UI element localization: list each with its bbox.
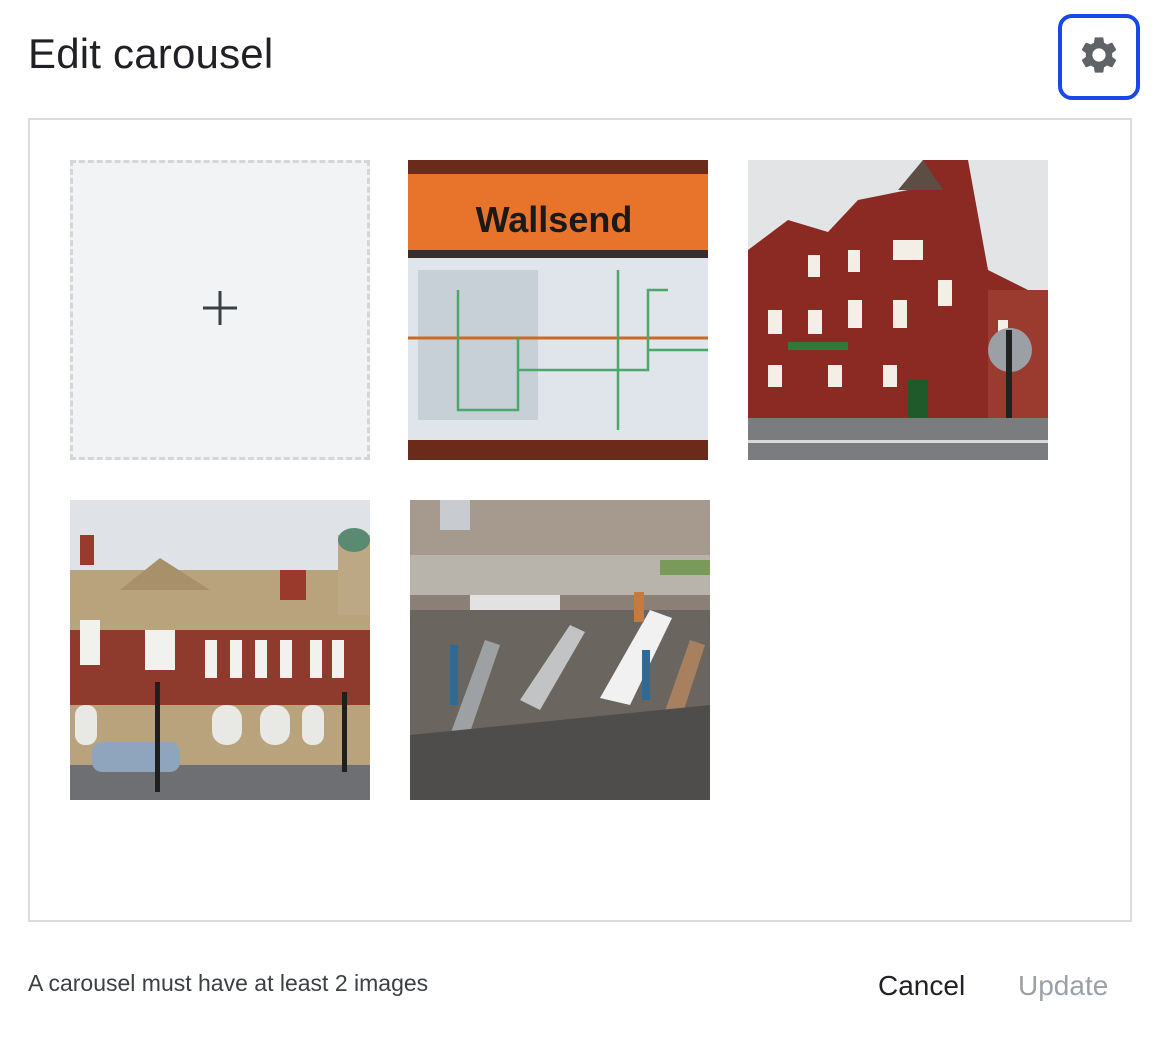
- validation-note: A carousel must have at least 2 images: [28, 970, 429, 996]
- carousel-image-wallsend[interactable]: Wallsend: [408, 160, 708, 460]
- carousel-image-shipyard[interactable]: [410, 500, 710, 800]
- settings-button[interactable]: [1058, 14, 1140, 100]
- shipyard-photo: [410, 500, 710, 800]
- sign-text: Wallsend: [476, 199, 633, 240]
- wallsend-sign-photo: Wallsend: [408, 160, 708, 460]
- civic-building-photo: [70, 500, 370, 800]
- cancel-button[interactable]: Cancel: [878, 970, 965, 1002]
- add-image-button[interactable]: [70, 160, 370, 460]
- carousel-image-brick-building[interactable]: [748, 160, 1048, 460]
- carousel-image-civic-building[interactable]: [70, 500, 370, 800]
- brick-building-photo: [748, 160, 1048, 460]
- dialog-title: Edit carousel: [28, 30, 274, 77]
- plus-icon: [200, 288, 240, 333]
- gear-icon: [1077, 33, 1121, 82]
- image-grid-panel: Wallsend: [28, 118, 1132, 922]
- update-button[interactable]: Update: [1018, 970, 1108, 1002]
